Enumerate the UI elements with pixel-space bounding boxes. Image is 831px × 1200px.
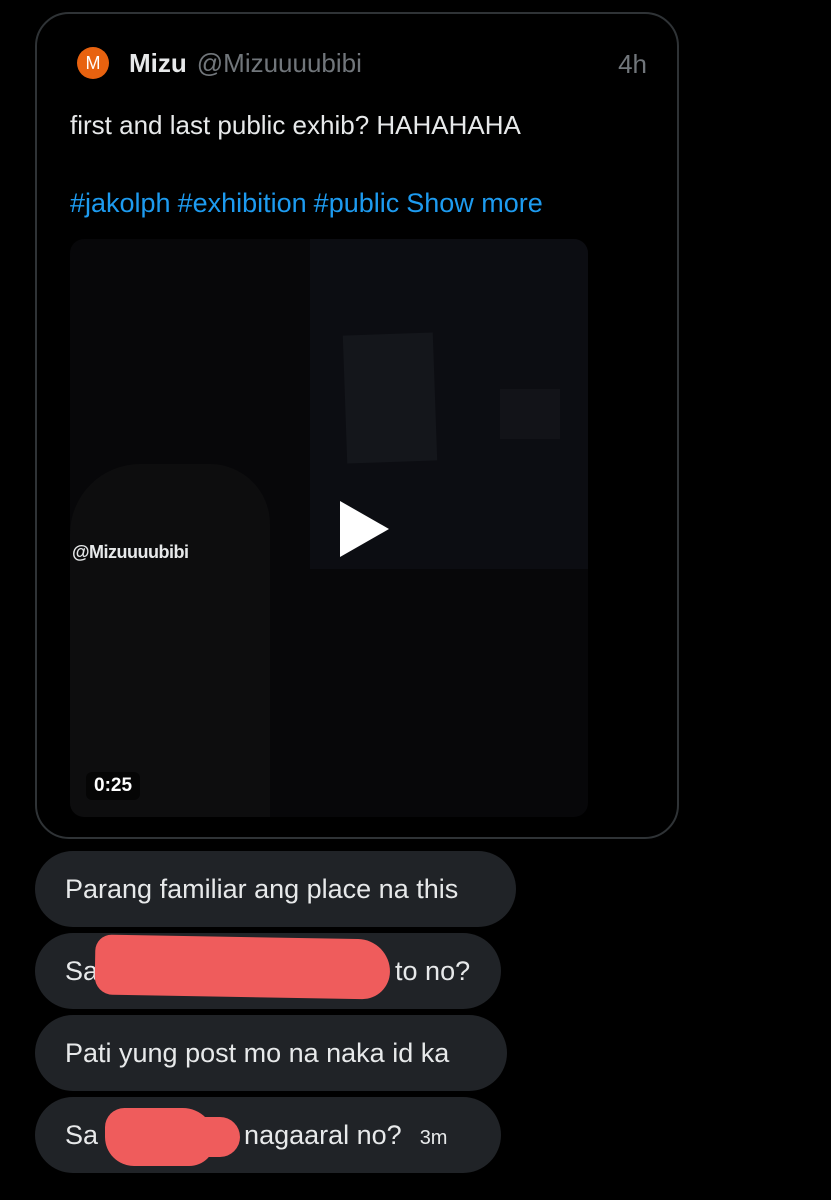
tweet-text: first and last public exhib? HAHAHAHA: [70, 110, 521, 140]
message-bubble[interactable]: Sa to no?: [35, 933, 501, 1009]
tweet-timestamp: 4h: [618, 49, 647, 79]
message-text-suffix: to no?: [395, 955, 471, 986]
message-text: Pati yung post mo na naka id ka: [65, 1037, 450, 1068]
show-more-link[interactable]: Show more: [406, 188, 543, 218]
hashtag-link[interactable]: #public: [314, 188, 400, 218]
message-bubble[interactable]: Parang familiar ang place na this: [35, 851, 516, 927]
message-bubble[interactable]: Pati yung post mo na naka id ka: [35, 1015, 507, 1091]
play-icon[interactable]: [340, 501, 389, 557]
video-duration-badge: 0:25: [86, 772, 141, 800]
author-handle[interactable]: @Mizuuuubibi: [197, 48, 362, 79]
video-frame-foreground: [70, 464, 270, 817]
redaction-mark: [185, 1117, 240, 1157]
tweet-hashtags: #jakolph #exhibition #public Show more: [70, 188, 550, 219]
message-text-prefix: Sa: [65, 955, 99, 986]
message-text: Parang familiar ang place na this: [65, 873, 459, 904]
video-player[interactable]: @Mizuuuubibi 0:25: [70, 239, 588, 817]
hashtag-link[interactable]: #jakolph: [70, 188, 171, 218]
video-watermark: @Mizuuuubibi: [72, 542, 189, 562]
message-text-prefix: Sa: [65, 1119, 99, 1150]
avatar[interactable]: M: [77, 47, 109, 79]
video-frame-detail: [342, 332, 438, 464]
message-bubble[interactable]: Sa ka nagaaral no? 3m: [35, 1097, 501, 1173]
author-name[interactable]: Mizu: [129, 48, 187, 79]
tweet-header: M Mizu @Mizuuuubibi: [77, 47, 647, 79]
hashtag-link[interactable]: #exhibition: [178, 188, 307, 218]
dm-conversation: M Mizu @Mizuuuubibi 4h first and last pu…: [0, 0, 831, 1200]
video-frame-detail: [500, 389, 560, 439]
redaction-mark: [94, 934, 391, 1000]
message-timestamp: 3m: [419, 1126, 448, 1149]
quoted-tweet-card[interactable]: M Mizu @Mizuuuubibi 4h first and last pu…: [35, 12, 679, 839]
